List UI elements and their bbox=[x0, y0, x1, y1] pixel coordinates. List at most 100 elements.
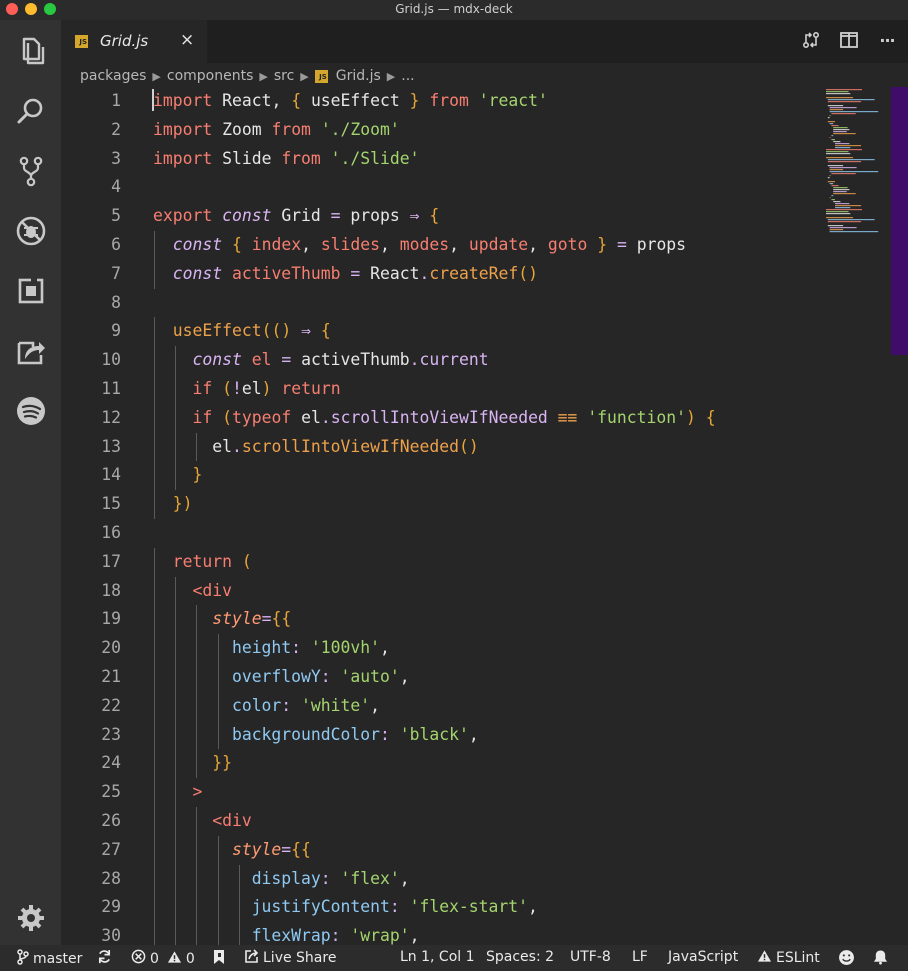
code-line[interactable]: 21 overflowY: 'auto', bbox=[61, 663, 891, 692]
code-line[interactable]: 18 <div bbox=[61, 576, 891, 606]
line-number: 27 bbox=[101, 839, 121, 859]
minimap-line bbox=[826, 211, 849, 213]
code-editor[interactable]: 1 import React, { useEffect } from 'react… bbox=[61, 87, 891, 945]
code-line[interactable]: 24 }} bbox=[61, 749, 891, 779]
error-icon bbox=[131, 949, 146, 968]
search-icon[interactable] bbox=[13, 93, 49, 129]
code-line[interactable]: 10 const el = activeThumb.current bbox=[61, 346, 891, 375]
code-text: color: 'white', bbox=[231, 695, 380, 715]
minimap-line bbox=[826, 157, 853, 159]
breadcrumb-item-components[interactable]: components bbox=[167, 68, 254, 84]
code-line[interactable]: 27 style={{ bbox=[61, 835, 891, 865]
code-line[interactable]: 15 }) bbox=[61, 490, 891, 519]
code-text: <div bbox=[192, 580, 232, 600]
minimap-line bbox=[826, 149, 862, 151]
code-text: export const Grid = props ⇒ { bbox=[153, 206, 440, 226]
problems-status[interactable]: 0 0 bbox=[131, 949, 195, 968]
explorer-icon[interactable] bbox=[13, 33, 49, 69]
code-line[interactable]: 3 import Slide from './Slide' bbox=[61, 145, 891, 174]
code-line[interactable]: 26 <div bbox=[61, 807, 891, 836]
compare-changes-icon[interactable] bbox=[800, 29, 822, 51]
code-line[interactable]: 7 const activeThumb = React.createRef() bbox=[61, 259, 891, 289]
chevron-right-icon: ▶ bbox=[300, 69, 309, 83]
minimap-line bbox=[829, 111, 879, 113]
code-line[interactable]: 20 height: '100vh', bbox=[61, 634, 891, 663]
debug-icon[interactable] bbox=[13, 213, 49, 249]
breadcrumb-item-packages[interactable]: packages bbox=[80, 68, 146, 84]
source-control-icon[interactable] bbox=[13, 153, 49, 189]
code-text: useEffect(() ⇒ { bbox=[172, 321, 331, 341]
minimap-line bbox=[829, 169, 844, 171]
bookmark-icon bbox=[212, 949, 226, 969]
code-text: justifyContent: 'flex-start', bbox=[251, 897, 538, 917]
code-line[interactable]: 25 > bbox=[61, 778, 891, 807]
minimap-line bbox=[829, 109, 844, 111]
code-line[interactable]: 4 bbox=[61, 173, 891, 202]
code-text: import Zoom from './Zoom' bbox=[153, 119, 400, 139]
minimap-line bbox=[829, 197, 831, 199]
more-actions-icon[interactable]: ··· bbox=[876, 29, 898, 51]
breadcrumb-item-symbol[interactable]: ... bbox=[401, 68, 414, 84]
minimap[interactable] bbox=[824, 87, 890, 247]
code-line[interactable]: 13 el.scrollIntoViewIfNeeded() bbox=[61, 432, 891, 462]
breadcrumb-item-file[interactable]: Grid.js bbox=[336, 68, 381, 84]
spotify-icon[interactable] bbox=[13, 393, 49, 429]
notifications-button[interactable] bbox=[873, 949, 888, 969]
code-line[interactable]: 5 export const Grid = props ⇒ { bbox=[61, 202, 891, 231]
code-line[interactable]: 6 const { index, slides, modes, update, … bbox=[61, 231, 891, 260]
code-line[interactable]: 1 import React, { useEffect } from 'react… bbox=[61, 87, 891, 116]
code-line[interactable]: 9 useEffect(() ⇒ { bbox=[61, 317, 891, 347]
minimap-line bbox=[826, 209, 862, 211]
code-line[interactable]: 12 if (typeof el.scrollIntoViewIfNeeded … bbox=[61, 403, 891, 433]
minimap-line bbox=[829, 231, 879, 233]
code-line[interactable]: 22 color: 'white', bbox=[61, 691, 891, 721]
language-mode[interactable]: JavaScript bbox=[668, 949, 738, 965]
minimap-line bbox=[833, 193, 856, 195]
code-line[interactable]: 2 import Zoom from './Zoom' bbox=[61, 116, 891, 145]
sync-button[interactable] bbox=[97, 949, 112, 968]
split-editor-icon[interactable] bbox=[838, 29, 860, 51]
settings-gear-icon[interactable] bbox=[13, 900, 49, 936]
minimap-line bbox=[827, 159, 875, 161]
code-line[interactable]: 14 } bbox=[61, 461, 891, 491]
live-share-button[interactable]: Live Share bbox=[245, 949, 336, 967]
minimap-line bbox=[826, 213, 851, 215]
code-text: if (!el) return bbox=[192, 379, 341, 398]
code-line[interactable]: 8 bbox=[61, 289, 891, 318]
line-number: 4 bbox=[111, 177, 121, 197]
tab-grid-js[interactable]: JS Grid.js × bbox=[61, 20, 207, 63]
eol-status[interactable]: LF bbox=[632, 949, 648, 965]
warning-icon bbox=[757, 949, 772, 967]
line-number: 2 bbox=[111, 119, 121, 139]
code-line[interactable]: 30 flexWrap: 'wrap', bbox=[61, 922, 891, 945]
code-line[interactable]: 16 bbox=[61, 519, 891, 548]
code-line[interactable]: 19 style={{ bbox=[61, 605, 891, 635]
eslint-status[interactable]: ESLint bbox=[757, 949, 820, 967]
window-title: Grid.js — mdx-deck bbox=[395, 2, 513, 16]
breadcrumb-item-src[interactable]: src bbox=[274, 68, 294, 84]
remote-icon[interactable] bbox=[13, 333, 49, 369]
code-line[interactable]: 17 return ( bbox=[61, 547, 891, 577]
accounts-button[interactable] bbox=[212, 949, 226, 969]
extensions-icon[interactable] bbox=[13, 273, 49, 309]
warning-icon bbox=[167, 950, 182, 968]
minimap-line bbox=[835, 143, 850, 145]
minimap-line bbox=[835, 207, 851, 209]
code-line[interactable]: 28 display: 'flex', bbox=[61, 864, 891, 894]
bell-icon bbox=[873, 949, 888, 969]
code-line[interactable]: 11 if (!el) return bbox=[61, 375, 891, 404]
minimap-line bbox=[831, 113, 856, 115]
minimap-line bbox=[827, 225, 844, 227]
cursor-position[interactable]: Ln 1, Col 1 bbox=[400, 949, 475, 965]
code-line[interactable]: 29 justifyContent: 'flex-start', bbox=[61, 893, 891, 923]
close-icon[interactable]: × bbox=[180, 30, 194, 50]
line-number: 16 bbox=[101, 523, 121, 542]
code-line[interactable]: 23 backgroundColor: 'black', bbox=[61, 720, 891, 750]
encoding-status[interactable]: UTF-8 bbox=[570, 949, 611, 965]
code-text: const activeThumb = React.createRef() bbox=[172, 263, 538, 283]
sync-icon bbox=[97, 949, 112, 968]
branch-status[interactable]: master bbox=[17, 949, 82, 969]
indentation-status[interactable]: Spaces: 2 bbox=[486, 949, 554, 965]
feedback-button[interactable] bbox=[838, 949, 855, 970]
vertical-scrollbar[interactable] bbox=[891, 87, 908, 355]
